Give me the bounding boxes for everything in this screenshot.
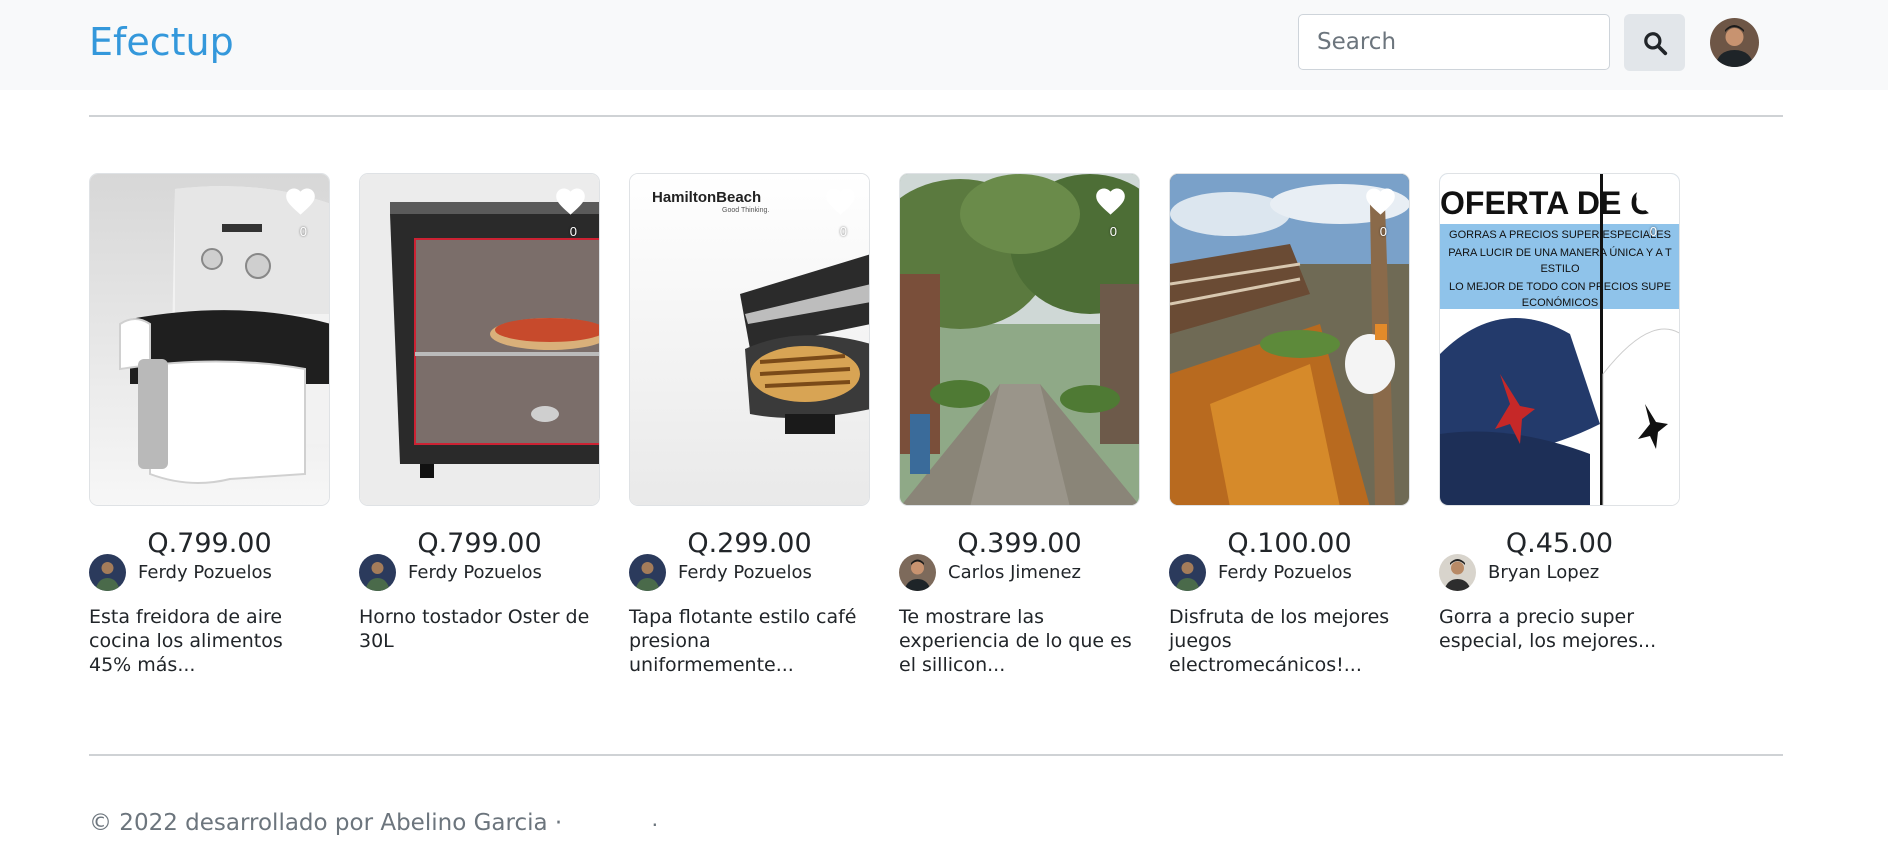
seller-info[interactable]: Ferdy Pozuelos <box>359 553 542 591</box>
product-card[interactable]: 0 Q.399.00 Carlos Jimenez Te mostrare la… <box>899 173 1140 676</box>
seller-name: Ferdy Pozuelos <box>408 561 542 583</box>
product-card[interactable]: OFERTA DE G GORRAS A PRECIOS SUPER ESPEC… <box>1439 173 1680 652</box>
heart-icon[interactable] <box>824 186 857 216</box>
like-count: 0 <box>569 224 577 239</box>
search-button[interactable] <box>1624 14 1685 71</box>
offer-line-2: PARA LUCIR DE UNA MANERA ÚNICA Y A T <box>1448 246 1672 259</box>
product-card[interactable]: 0 Q.799.00 Ferdy Pozuelos Esta freidora … <box>89 173 330 676</box>
product-description: Gorra a precio super especial, los mejor… <box>1439 606 1657 652</box>
seller-name: Ferdy Pozuelos <box>1218 561 1352 583</box>
seller-avatar[interactable] <box>629 553 666 591</box>
heart-icon[interactable] <box>554 186 587 216</box>
heart-icon[interactable] <box>1634 186 1667 216</box>
footer-copyright: © 2022 desarrollado por Abelino Garcia · <box>89 810 563 836</box>
product-card[interactable]: 0 Q.100.00 Ferdy Pozuelos Disfruta de lo… <box>1169 173 1410 676</box>
heart-icon[interactable] <box>284 186 317 216</box>
seller-info[interactable]: Ferdy Pozuelos <box>1169 553 1352 591</box>
top-divider <box>89 115 1783 117</box>
footer-separator: · <box>651 810 659 836</box>
offer-line-3: ESTILO <box>1540 263 1580 275</box>
offer-title: OFERTA DE G <box>1440 185 1655 221</box>
product-image[interactable]: 0 <box>1169 173 1410 506</box>
seller-name: Carlos Jimenez <box>948 561 1081 583</box>
seller-avatar[interactable] <box>89 553 126 591</box>
like-count: 0 <box>839 224 847 239</box>
product-description: Esta freidora de aire cocina los aliment… <box>89 606 283 676</box>
like-count: 0 <box>1379 224 1387 239</box>
seller-name: Bryan Lopez <box>1488 561 1600 583</box>
seller-avatar[interactable] <box>1439 553 1476 591</box>
offer-line-4: LO MEJOR DE TODO CON PRECIOS SUPE <box>1449 281 1671 293</box>
product-image[interactable]: 0 <box>359 173 600 506</box>
seller-info[interactable]: Ferdy Pozuelos <box>629 553 812 591</box>
seller-name: Ferdy Pozuelos <box>678 561 812 583</box>
offer-line-1: GORRAS A PRECIOS SUPER ESPECIALES <box>1449 229 1671 241</box>
offer-line-5: ECONÓMICOS <box>1522 296 1598 309</box>
product-card[interactable]: 0 Q.799.00 Ferdy Pozuelos Horno tostador… <box>359 173 600 652</box>
user-avatar[interactable] <box>1710 18 1759 67</box>
brand-tagline-text: Good Thinking. <box>722 207 769 214</box>
navbar: Efectup <box>0 0 1888 90</box>
product-image[interactable]: 0 <box>89 173 330 506</box>
product-image[interactable]: 0 <box>899 173 1140 506</box>
product-description: Te mostrare las experiencia de lo que es… <box>899 606 1132 676</box>
heart-icon[interactable] <box>1364 186 1397 216</box>
product-image[interactable]: HamiltonBeach Good Thinking. 0 <box>629 173 870 506</box>
seller-info[interactable]: Ferdy Pozuelos <box>89 553 272 591</box>
seller-avatar[interactable] <box>899 553 936 591</box>
product-card[interactable]: HamiltonBeach Good Thinking. 0 Q.299.00 … <box>629 173 870 676</box>
search-input[interactable] <box>1298 14 1610 70</box>
seller-avatar[interactable] <box>359 553 396 591</box>
seller-avatar[interactable] <box>1169 553 1206 591</box>
like-count: 0 <box>1109 224 1117 239</box>
brand-logo-text: HamiltonBeach <box>652 189 761 206</box>
footer-divider <box>89 754 1783 756</box>
like-count: 0 <box>1649 224 1657 239</box>
like-count: 0 <box>299 224 307 239</box>
seller-name: Ferdy Pozuelos <box>138 561 272 583</box>
seller-info[interactable]: Carlos Jimenez <box>899 553 1081 591</box>
search-icon <box>1643 31 1667 55</box>
seller-info[interactable]: Bryan Lopez <box>1439 553 1599 591</box>
product-description: Disfruta de los mejores juegos electrome… <box>1169 606 1390 676</box>
heart-icon[interactable] <box>1094 186 1127 216</box>
brand-logo[interactable]: Efectup <box>89 20 234 64</box>
product-description: Horno tostador Oster de 30L <box>359 606 590 652</box>
product-image[interactable]: OFERTA DE G GORRAS A PRECIOS SUPER ESPEC… <box>1439 173 1680 506</box>
product-description: Tapa flotante estilo café presiona unifo… <box>629 606 857 676</box>
